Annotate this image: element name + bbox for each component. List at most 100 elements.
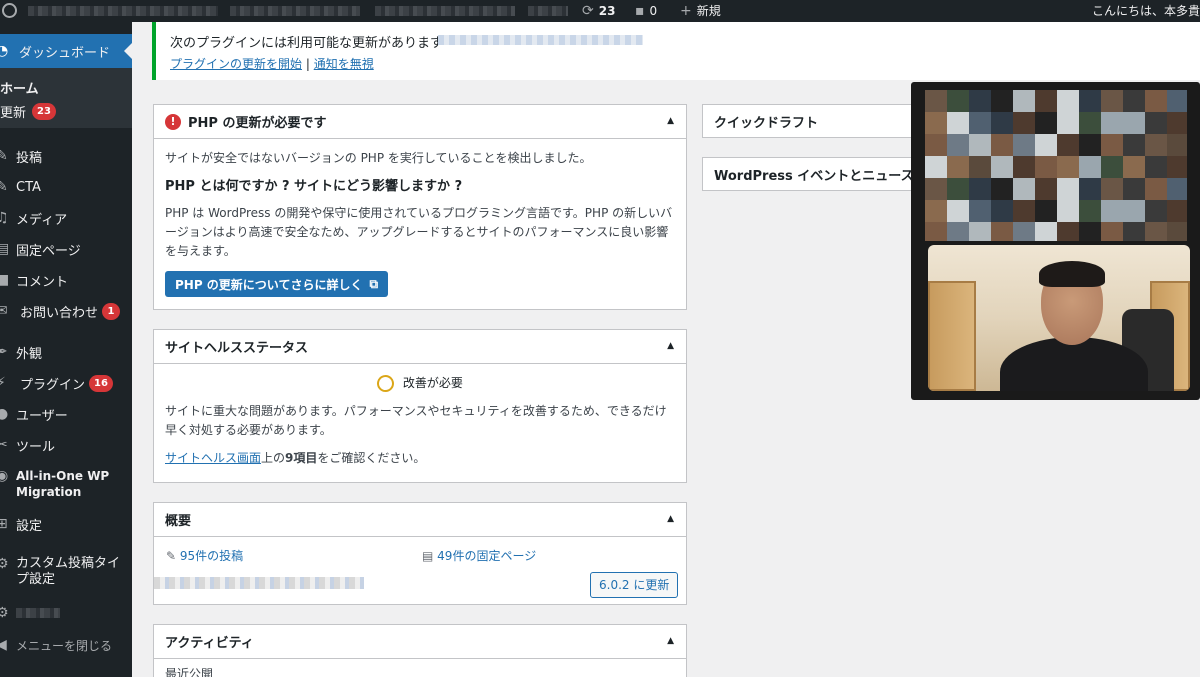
php-learn-more-button[interactable]: PHP の更新についてさらに詳しく ⧉ <box>165 271 389 297</box>
collapse-toggle-icon[interactable]: ▲ <box>667 116 674 126</box>
new-content-menu[interactable]: + 新規 <box>680 0 721 22</box>
pin-icon: ✎ <box>0 148 8 164</box>
pixel-block <box>1101 178 1123 200</box>
site-health-link[interactable]: サイトヘルス画面 <box>165 451 261 465</box>
sidebar-item-contact[interactable]: ✉ お問い合わせ 1 <box>0 301 132 321</box>
sidebar-item-settings[interactable]: ⊞ 設定 <box>0 514 132 534</box>
door-left <box>928 281 976 391</box>
pixel-block <box>1167 134 1187 156</box>
quickdraft-box-header[interactable]: クイックドラフト <box>703 105 931 137</box>
pixel-block <box>1013 134 1035 156</box>
sidebar-item-label-line2: プ設定 <box>16 572 56 587</box>
pixel-block <box>1101 134 1123 156</box>
pixel-block <box>969 112 991 134</box>
gear-icon: ⚙ <box>0 605 9 621</box>
pixel-block <box>1057 200 1079 222</box>
activity-box-header[interactable]: アクティビティ ▲ <box>154 625 686 659</box>
collapse-toggle-icon[interactable]: ▲ <box>667 514 674 524</box>
comment-icon: ▪ <box>635 3 645 19</box>
pixel-block <box>1057 222 1079 241</box>
update-wordpress-button[interactable]: 6.0.2 に更新 <box>590 572 679 598</box>
pixel-block <box>1057 90 1079 112</box>
pixel-block <box>925 222 947 241</box>
quickdraft-box-title: クイックドラフト <box>714 115 819 131</box>
pages-count-link[interactable]: ▤ 49件の固定ページ <box>422 547 536 564</box>
sidebar-item-blurred[interactable]: ⚙ <box>0 604 132 622</box>
events-box-header[interactable]: WordPress イベントとニュース <box>703 158 931 190</box>
submenu-label: 更新 <box>0 106 27 121</box>
comments-menu[interactable]: ▪ 0 <box>635 0 657 22</box>
pixel-block <box>1167 112 1187 134</box>
pixel-block <box>1123 134 1145 156</box>
posts-count: 95件の投稿 <box>179 549 244 563</box>
pixel-block <box>1035 112 1057 134</box>
pixel-block <box>991 156 1013 178</box>
admin-sidebar: ◔ ダッシュボード ホーム 更新 23 ✎ 投稿 ✎ CTA ♫ メディア ▤ … <box>0 22 132 677</box>
external-link-icon: ⧉ <box>369 276 379 291</box>
start-plugin-update-link[interactable]: プラグインの更新を開始 <box>170 57 302 71</box>
user-greeting[interactable]: こんにちは、本多貴 <box>1092 0 1200 22</box>
sidebar-item-label: コメント <box>16 274 69 290</box>
refresh-icon: ⟳ <box>582 3 594 19</box>
glance-box-body: ✎ 95件の投稿 ▤ 49件の固定ページ 6.0.2 に更新 <box>154 537 686 605</box>
sidebar-item-pages[interactable]: ▤ 固定ページ <box>0 239 132 259</box>
blurred-menu <box>528 6 568 16</box>
sidebar-item-plugins[interactable]: ⚡ プラグイン 16 <box>0 373 132 393</box>
php-box-header[interactable]: ! PHP の更新が必要です ▲ <box>154 105 686 139</box>
pixel-block <box>1057 134 1079 156</box>
comment-icon: ■ <box>0 272 10 288</box>
collapse-menu-button[interactable]: ◀ メニューを閉じる <box>0 635 132 655</box>
php-body-text: PHP は WordPress の開発や保守に使用されているプログラミング言語で… <box>165 206 673 258</box>
pixel-block <box>947 178 969 200</box>
dismiss-notice-link[interactable]: 通知を無視 <box>314 57 374 71</box>
quick-draft-box: クイックドラフト <box>702 104 932 138</box>
collapse-toggle-icon[interactable]: ▲ <box>667 341 674 351</box>
submenu-updates[interactable]: 更新 23 <box>0 102 56 121</box>
pixel-block <box>1035 200 1057 222</box>
sidebar-item-comments[interactable]: ■ コメント <box>0 270 132 290</box>
wordpress-logo-icon[interactable] <box>2 3 17 18</box>
pixel-block <box>947 112 969 134</box>
sidebar-item-media[interactable]: ♫ メディア <box>0 208 132 228</box>
notice-message: 次のプラグインには利用可能な更新があります <box>170 36 444 51</box>
pixel-block <box>1013 156 1035 178</box>
activity-box-title: アクティビティ <box>165 636 254 651</box>
sidebar-item-appearance[interactable]: ✒ 外観 <box>0 342 132 362</box>
blurred-wp-version-text <box>154 577 364 589</box>
sidebar-item-posts[interactable]: ✎ 投稿 <box>0 146 132 166</box>
pixelated-video-feed <box>925 90 1187 241</box>
php-heading: PHP とは何ですか ? サイトにどう影響しますか ? <box>165 179 463 194</box>
health-suffix: 上の <box>261 451 286 465</box>
glance-box-header[interactable]: 概要 ▲ <box>154 503 686 537</box>
pixel-block <box>1101 200 1123 222</box>
posts-count-link[interactable]: ✎ 95件の投稿 <box>166 547 243 564</box>
notice-text: 次のプラグインには利用可能な更新があります <box>170 32 643 51</box>
pixel-block <box>1057 156 1079 178</box>
pixel-block <box>1123 178 1145 200</box>
php-box-body: サイトが安全ではないバージョンの PHP を実行していることを検出しました。 P… <box>154 139 686 307</box>
sidebar-item-users[interactable]: ● ユーザー <box>0 404 132 424</box>
greeting-text: こんにちは、本多貴 <box>1091 4 1200 18</box>
pixel-block <box>1079 156 1101 178</box>
sidebar-item-custom-post-types[interactable]: ⚙ カスタム投稿タイ プ設定 <box>0 556 132 590</box>
warning-icon: ! <box>165 113 181 130</box>
submenu-home[interactable]: ホーム <box>0 78 39 97</box>
dashboard-icon: ◔ <box>0 43 9 59</box>
updates-menu[interactable]: ⟳ 23 <box>582 0 615 22</box>
collapse-toggle-icon[interactable]: ▲ <box>667 636 674 646</box>
pixel-block <box>1145 222 1167 241</box>
health-box-header[interactable]: サイトヘルスステータス ▲ <box>154 330 686 364</box>
sidebar-item-cta[interactable]: ✎ CTA <box>0 177 132 197</box>
health-link-line: サイトヘルス画面上の9項目をご確認ください。 <box>165 449 675 468</box>
sidebar-item-tools[interactable]: ✂ ツール <box>0 435 132 455</box>
sidebar-item-migration[interactable]: ◉ All-in-One WP Migration <box>0 468 132 502</box>
video-call-overlay[interactable] <box>911 82 1200 400</box>
settings-icon: ⊞ <box>0 516 8 532</box>
php-intro: サイトが安全ではないバージョンの PHP を実行していることを検出しました。 <box>165 151 592 165</box>
sidebar-item-dashboard[interactable]: ◔ ダッシュボード <box>0 34 132 68</box>
sidebar-item-label: ツール <box>16 439 56 455</box>
pixel-block <box>1123 200 1145 222</box>
collapse-label: メニューを閉じる <box>16 638 113 653</box>
user-icon: ● <box>0 406 9 422</box>
health-status-label: 改善が必要 <box>402 376 463 390</box>
